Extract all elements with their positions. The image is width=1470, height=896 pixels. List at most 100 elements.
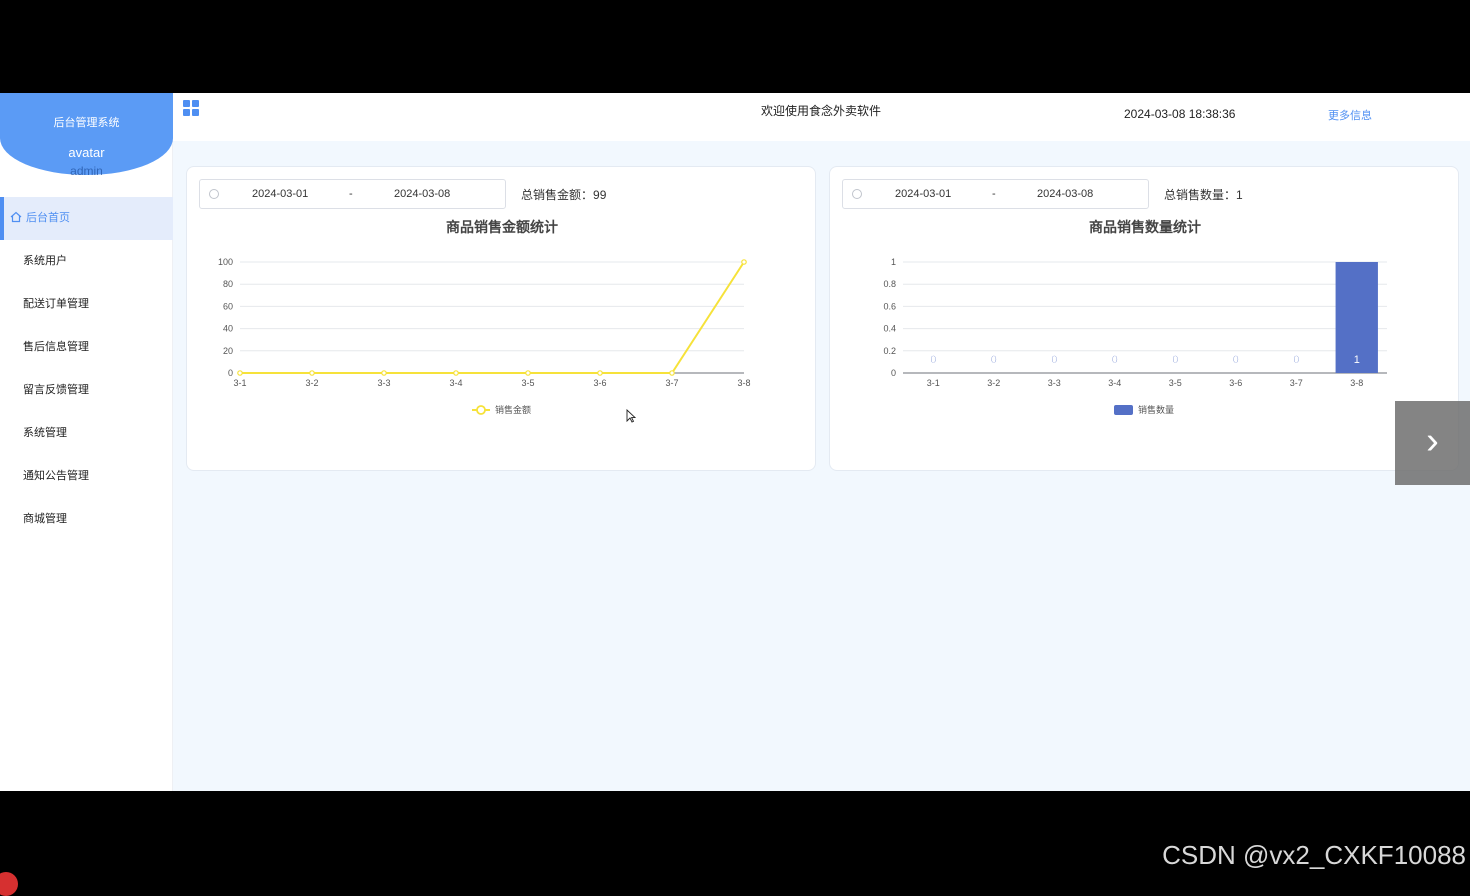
x-tick-label: 3-4 (449, 378, 462, 388)
y-tick-label: 0.8 (883, 279, 896, 289)
sales-quantity-card: 2024-03-01 - 2024-03-08 总销售数量：1 商品销售数量统计… (829, 166, 1459, 471)
x-tick-label: 3-7 (1290, 378, 1303, 388)
total-value: 1 (1236, 188, 1243, 202)
data-label: 0 (1172, 354, 1178, 366)
total-value: 99 (593, 188, 607, 202)
sidebar-item-label: 通知公告管理 (23, 470, 89, 482)
data-point (597, 370, 603, 376)
x-tick-label: 3-6 (1229, 378, 1242, 388)
sidebar-item-label: 配送订单管理 (23, 298, 89, 310)
x-tick-label: 3-5 (1169, 378, 1182, 388)
data-label: 0 (930, 354, 936, 366)
x-tick-label: 3-4 (1108, 378, 1121, 388)
end-date[interactable]: 2024-03-08 (1037, 188, 1093, 200)
y-tick-label: 20 (223, 346, 233, 356)
x-tick-label: 3-3 (1048, 378, 1061, 388)
y-tick-label: 0.6 (883, 301, 896, 311)
watermark: CSDN @vx2_CXKF10088 (1162, 840, 1466, 870)
sidebar-item-label: 后台首页 (26, 212, 70, 224)
x-tick-label: 3-6 (593, 378, 606, 388)
x-tick-label: 3-8 (737, 378, 750, 388)
logo-area: 后台管理系统 avatar admin (0, 93, 173, 178)
legend-label: 销售金额 (495, 404, 531, 415)
welcome-text: 欢迎使用食念外卖软件 (761, 104, 882, 118)
next-arrow-button[interactable]: › (1395, 401, 1470, 485)
total-sales-amount: 总销售金额：99 (521, 186, 606, 203)
datetime: 2024-03-08 18:38:36 (1124, 107, 1236, 121)
legend-label: 销售数量 (1138, 404, 1174, 415)
x-tick-label: 3-3 (377, 378, 390, 388)
home-icon (10, 211, 22, 223)
data-label: 0 (1233, 354, 1239, 366)
y-tick-label: 80 (223, 279, 233, 289)
date-range-picker[interactable]: 2024-03-01 - 2024-03-08 (199, 179, 506, 209)
range-separator: - (992, 188, 996, 200)
username: admin (70, 164, 103, 178)
y-tick-label: 40 (223, 324, 233, 334)
y-tick-label: 0.4 (883, 324, 896, 334)
y-tick-label: 1 (891, 257, 896, 267)
data-point (669, 370, 675, 376)
x-tick-label: 3-1 (233, 378, 246, 388)
x-tick-label: 3-2 (305, 378, 318, 388)
legend-marker (476, 405, 486, 415)
sidebar-item-after-sales[interactable]: 售后信息管理 (0, 326, 173, 369)
sidebar-item-delivery-orders[interactable]: 配送订单管理 (0, 283, 173, 326)
y-tick-label: 0 (228, 368, 233, 378)
grid-menu-icon[interactable] (183, 100, 201, 118)
sidebar-item-label: 商城管理 (23, 513, 67, 525)
y-tick-label: 100 (218, 257, 233, 267)
total-label: 总销售金额： (521, 188, 594, 202)
start-date[interactable]: 2024-03-01 (252, 188, 308, 200)
top-bar: 欢迎使用食念外卖软件 2024-03-08 18:38:36 更多信息 (173, 93, 1470, 141)
data-point (309, 370, 315, 376)
data-label: 0 (991, 354, 997, 366)
end-date[interactable]: 2024-03-08 (394, 188, 450, 200)
chart-title: 商品销售金额统计 (446, 219, 558, 235)
sidebar-menu: 后台首页 系统用户 配送订单管理 售后信息管理 留言反馈管理 系统管理 通知公告… (0, 197, 173, 541)
sidebar-item-system[interactable]: 系统管理 (0, 412, 173, 455)
x-tick-label: 3-5 (521, 378, 534, 388)
app-window: 后台管理系统 avatar admin 后台首页 系统用户 配送订单管理 售后信… (0, 93, 1470, 791)
sidebar-item-feedback[interactable]: 留言反馈管理 (0, 369, 173, 412)
sales-amount-card: 2024-03-01 - 2024-03-08 总销售金额：99 商品销售金额统… (186, 166, 816, 471)
date-range-picker[interactable]: 2024-03-01 - 2024-03-08 (842, 179, 1149, 209)
y-tick-label: 60 (223, 301, 233, 311)
record-indicator-icon (0, 872, 18, 896)
series-line (240, 261, 745, 374)
data-label: 0 (1293, 354, 1299, 366)
data-label: 1 (1354, 354, 1360, 366)
system-title: 后台管理系统 (53, 117, 120, 129)
more-info-link[interactable]: 更多信息 (1328, 107, 1372, 123)
sidebar-item-label: 系统用户 (23, 255, 67, 267)
data-point (453, 370, 459, 376)
range-separator: - (349, 188, 353, 200)
sidebar-item-system-users[interactable]: 系统用户 (0, 240, 173, 283)
y-tick-label: 0 (891, 368, 896, 378)
sidebar-item-label: 留言反馈管理 (23, 384, 89, 396)
data-label: 0 (1051, 354, 1057, 366)
data-label: 0 (1112, 354, 1118, 366)
data-point (381, 370, 387, 376)
sidebar: 后台管理系统 avatar admin 后台首页 系统用户 配送订单管理 售后信… (0, 93, 173, 791)
x-tick-label: 3-7 (665, 378, 678, 388)
sales-amount-chart: 商品销售金额统计 0 20 40 60 80 100 3-1 3-2 3-3 3-4 3-5 3-6 3-… (218, 219, 751, 415)
x-tick-label: 3-2 (987, 378, 1000, 388)
sidebar-item-home[interactable]: 后台首页 (0, 197, 173, 240)
x-tick-label: 3-1 (927, 378, 940, 388)
data-point (237, 370, 243, 376)
data-point (741, 259, 747, 265)
sidebar-item-label: 售后信息管理 (23, 341, 89, 353)
sidebar-item-label: 系统管理 (23, 427, 67, 439)
sidebar-item-notices[interactable]: 通知公告管理 (0, 455, 173, 498)
x-tick-label: 3-8 (1350, 378, 1363, 388)
start-date[interactable]: 2024-03-01 (895, 188, 951, 200)
avatar[interactable]: avatar (0, 145, 173, 160)
clock-icon (852, 189, 862, 199)
y-tick-label: 0.2 (883, 346, 896, 356)
total-sales-quantity: 总销售数量：1 (1164, 186, 1243, 203)
mouse-cursor-icon (626, 409, 636, 423)
sidebar-item-mall[interactable]: 商城管理 (0, 498, 173, 541)
clock-icon (209, 189, 219, 199)
legend-swatch (1114, 405, 1133, 415)
